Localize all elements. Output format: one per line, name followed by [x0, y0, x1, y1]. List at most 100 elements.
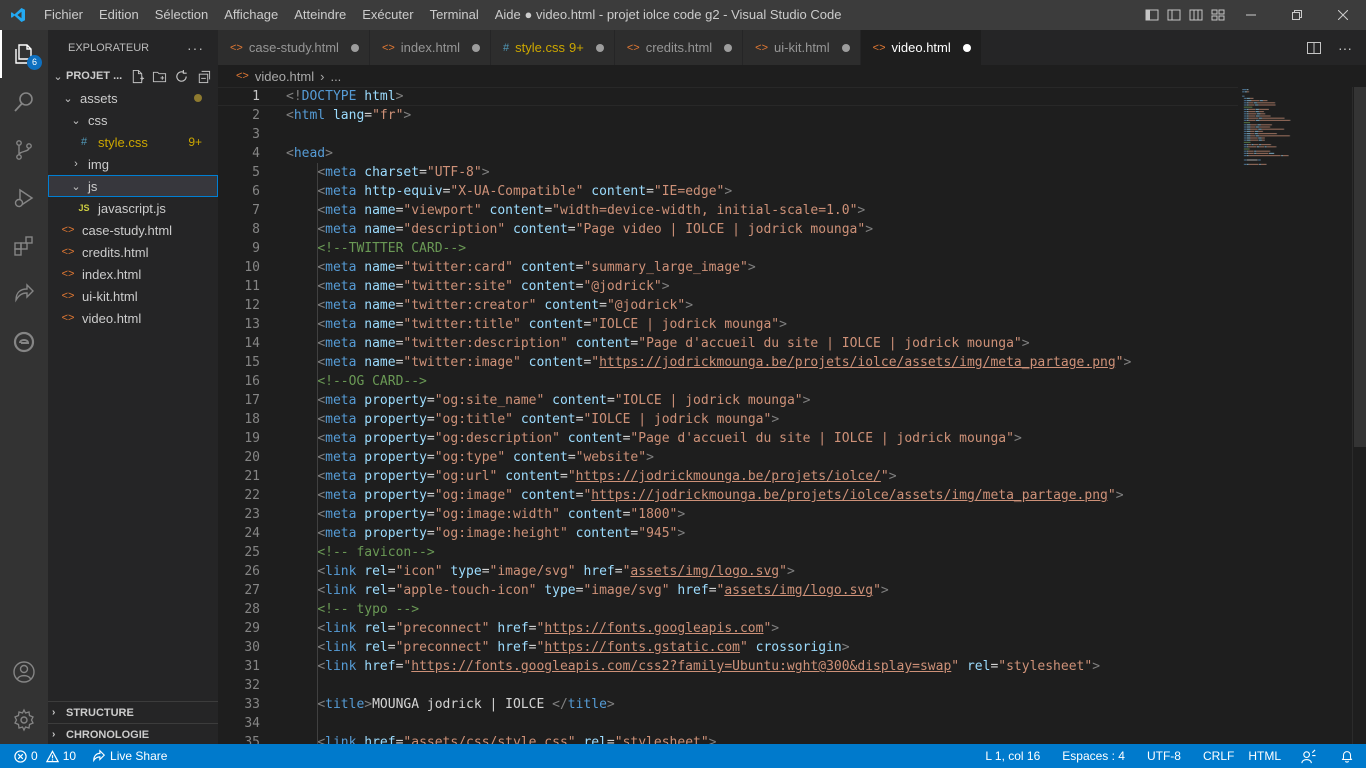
code-line[interactable]: 24 <meta property="og:image:height" cont… [218, 524, 1238, 543]
scrollbar-thumb[interactable] [1354, 87, 1366, 447]
cursor-position[interactable]: L 1, col 16 [977, 749, 1054, 763]
menu-item-0[interactable]: Fichier [36, 0, 91, 30]
tree-item-ui-kit-html[interactable]: <> ui-kit.html [48, 285, 218, 307]
live-share-icon[interactable] [0, 270, 48, 318]
code-line[interactable]: 33 <title>MOUNGA jodrick | IOLCE </title… [218, 695, 1238, 714]
code-line[interactable]: 31 <link href="https://fonts.googleapis.… [218, 657, 1238, 676]
code-line[interactable]: 29 <link rel="preconnect" href="https://… [218, 619, 1238, 638]
customize-layout-icon[interactable] [1144, 7, 1160, 23]
extensions-icon[interactable] [0, 222, 48, 270]
code-line[interactable]: 18 <meta property="og:title" content="IO… [218, 410, 1238, 429]
end-of-line[interactable]: CRLF [1195, 749, 1240, 763]
split-editor-icon[interactable] [1306, 40, 1322, 56]
tree-item-credits-html[interactable]: <> credits.html [48, 241, 218, 263]
new-folder-icon[interactable] [152, 69, 167, 84]
menu-item-2[interactable]: Sélection [147, 0, 216, 30]
breadcrumb-more[interactable]: ... [330, 69, 341, 84]
unsaved-dot-icon[interactable] [962, 43, 971, 52]
tree-item-style-css[interactable]: # style.css 9+ [48, 131, 218, 153]
indentation[interactable]: Espaces : 4 [1054, 749, 1139, 763]
more-actions-icon[interactable]: ··· [187, 40, 204, 56]
toggle-sidebar-icon[interactable] [1166, 7, 1182, 23]
toggle-panel-icon[interactable] [1188, 7, 1204, 23]
new-file-icon[interactable] [130, 69, 145, 84]
restore-button[interactable] [1274, 0, 1320, 30]
code-line[interactable]: 27 <link rel="apple-touch-icon" type="im… [218, 581, 1238, 600]
tree-item-index-html[interactable]: <> index.html [48, 263, 218, 285]
unsaved-dot-icon[interactable] [841, 43, 850, 52]
code-line[interactable]: 7 <meta name="viewport" content="width=d… [218, 201, 1238, 220]
unsaved-dot-icon[interactable] [595, 43, 604, 52]
tree-item-js[interactable]: ⌄ js [48, 175, 218, 197]
code-line[interactable]: 28 <!-- typo --> [218, 600, 1238, 619]
code-line[interactable]: 26 <link rel="icon" type="image/svg" hre… [218, 562, 1238, 581]
code-editor[interactable]: 1 <!DOCTYPE html> 2 <html lang="fr"> 3 4 <head… [218, 87, 1238, 744]
tab-index-html[interactable]: <> index.html [369, 30, 492, 65]
code-line[interactable]: 16 <!--OG CARD--> [218, 372, 1238, 391]
tab-style-css[interactable]: # style.css 9+ [491, 30, 615, 65]
tab-ui-kit-html[interactable]: <> ui-kit.html [743, 30, 861, 65]
edge-devtools-icon[interactable] [0, 318, 48, 366]
code-line[interactable]: 1 <!DOCTYPE html> [218, 87, 1238, 106]
problems-indicator[interactable]: 0 10 [0, 749, 84, 763]
menu-item-6[interactable]: Terminal [422, 0, 487, 30]
tab-credits-html[interactable]: <> credits.html [614, 30, 744, 65]
code-line[interactable]: 10 <meta name="twitter:card" content="su… [218, 258, 1238, 277]
code-line[interactable]: 15 <meta name="twitter:image" content="h… [218, 353, 1238, 372]
explorer-icon[interactable]: 6 [0, 30, 48, 78]
source-control-icon[interactable] [0, 126, 48, 174]
code-line[interactable]: 13 <meta name="twitter:title" content="I… [218, 315, 1238, 334]
code-line[interactable]: 5 <meta charset="UTF-8"> [218, 163, 1238, 182]
structure-panel[interactable]: › STRUCTURE [48, 701, 218, 723]
code-line[interactable]: 23 <meta property="og:image:width" conte… [218, 505, 1238, 524]
unsaved-dot-icon[interactable] [350, 43, 359, 52]
minimap[interactable] [1238, 87, 1352, 744]
code-line[interactable]: 30 <link rel="preconnect" href="https://… [218, 638, 1238, 657]
live-share-button[interactable]: Live Share [84, 749, 175, 763]
unsaved-dot-icon[interactable] [472, 43, 481, 52]
tab-case-study-html[interactable]: <> case-study.html [218, 30, 370, 65]
tab-video-html[interactable]: <> video.html [860, 30, 982, 65]
unsaved-dot-icon[interactable] [724, 43, 733, 52]
search-icon[interactable] [0, 78, 48, 126]
timeline-panel[interactable]: › CHRONOLOGIE [48, 723, 218, 745]
refresh-icon[interactable] [174, 69, 189, 84]
code-line[interactable]: 22 <meta property="og:image" content="ht… [218, 486, 1238, 505]
code-line[interactable]: 3 [218, 125, 1238, 144]
menu-item-5[interactable]: Exécuter [354, 0, 421, 30]
notifications-bell-icon[interactable] [1328, 749, 1366, 763]
code-line[interactable]: 35 <link href = "assets/css/style.css" rel… [218, 733, 1238, 744]
breadcrumb-file[interactable]: video.html [255, 69, 314, 84]
toggle-secondary-sidebar-icon[interactable] [1210, 7, 1226, 23]
collapse-all-icon[interactable] [196, 69, 211, 84]
close-button[interactable] [1320, 0, 1366, 30]
vertical-scrollbar[interactable] [1352, 87, 1366, 744]
feedback-icon[interactable] [1289, 749, 1328, 764]
tree-item-javascript-js[interactable]: JS javascript.js [48, 197, 218, 219]
tree-item-img[interactable]: › img [48, 153, 218, 175]
code-line[interactable]: 25 <!-- favicon--> [218, 543, 1238, 562]
tree-item-case-study-html[interactable]: <> case-study.html [48, 219, 218, 241]
code-line[interactable]: 34 [218, 714, 1238, 733]
code-line[interactable]: 6 <meta http-equiv = "X-UA-Compatible" con… [218, 182, 1238, 201]
encoding[interactable]: UTF-8 [1139, 749, 1195, 763]
code-line[interactable]: 32 [218, 676, 1238, 695]
settings-gear-icon[interactable] [0, 696, 48, 744]
menu-item-7[interactable]: Aide [487, 0, 529, 30]
menu-item-3[interactable]: Affichage [216, 0, 286, 30]
menu-item-1[interactable]: Edition [91, 0, 147, 30]
code-line[interactable]: 9 <!--TWITTER CARD--> [218, 239, 1238, 258]
menu-item-4[interactable]: Atteindre [286, 0, 354, 30]
tree-item-video-html[interactable]: <> video.html [48, 307, 218, 329]
language-mode[interactable]: HTML [1240, 749, 1289, 763]
code-line[interactable]: 2 <html lang="fr"> [218, 106, 1238, 125]
project-root[interactable]: ⌄ PROJET ... [48, 65, 218, 87]
code-line[interactable]: 4 <head> [218, 144, 1238, 163]
more-actions-icon[interactable]: ··· [1338, 40, 1352, 56]
code-line[interactable]: 11 <meta name="twitter:site" content="@j… [218, 277, 1238, 296]
code-line[interactable]: 21 <meta property="og:url" content="http… [218, 467, 1238, 486]
tree-item-assets[interactable]: ⌄ assets [48, 87, 218, 109]
run-debug-icon[interactable] [0, 174, 48, 222]
minimize-button[interactable] [1228, 0, 1274, 30]
code-line[interactable]: 20 <meta property="og:type" content="web… [218, 448, 1238, 467]
